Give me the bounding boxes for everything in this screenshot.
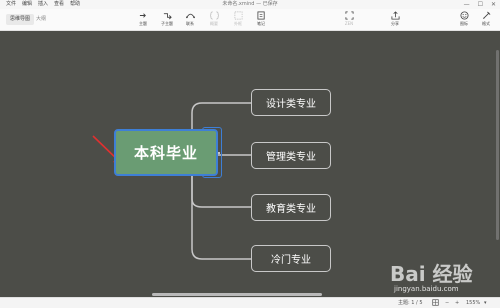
central-topic-label: 本科毕业 bbox=[133, 144, 198, 162]
share-icon bbox=[390, 11, 400, 20]
icon-panel-label: 图标 bbox=[460, 21, 468, 26]
subtopic-management[interactable]: 管理类专业 bbox=[251, 142, 331, 169]
menu-insert[interactable]: 插入 bbox=[38, 0, 48, 9]
watermark-url: jingyan.baidu.com bbox=[394, 285, 459, 293]
topic-label: 主题 bbox=[139, 21, 147, 26]
subtopic-button[interactable]: 子主题 bbox=[155, 11, 179, 29]
subtopic-design[interactable]: 设计类专业 bbox=[251, 89, 331, 116]
format-button[interactable]: 格式 bbox=[474, 11, 498, 29]
relationship-button[interactable]: 联系 bbox=[178, 11, 202, 29]
menu-help[interactable]: 帮助 bbox=[70, 0, 80, 9]
zen-button[interactable]: ZEN bbox=[337, 11, 361, 29]
menu-view[interactable]: 查看 bbox=[54, 0, 64, 9]
zoom-chevron-icon[interactable]: ▾ bbox=[484, 298, 487, 308]
window-controls: — ☐ ✕ bbox=[464, 0, 496, 9]
tab-outline[interactable]: 大纲 bbox=[32, 14, 50, 25]
baidu-watermark: Bai 经验 jingyan.baidu.com bbox=[390, 258, 500, 298]
subtopic-label: 冷门专业 bbox=[271, 255, 311, 266]
share-label: 分享 bbox=[391, 21, 399, 26]
central-topic[interactable]: 本科毕业 bbox=[114, 129, 218, 176]
topic-icon bbox=[139, 13, 146, 18]
subtopic-label: 子主题 bbox=[161, 21, 173, 26]
minimize-button[interactable]: — bbox=[464, 0, 470, 9]
menu-bar: 文件 编辑 插入 查看 帮助 未命名.xmind — 已保存 — ☐ ✕ bbox=[0, 0, 500, 9]
summary-label: 概要 bbox=[210, 21, 218, 26]
boundary-icon bbox=[234, 11, 242, 20]
format-icon bbox=[482, 11, 490, 20]
status-bar: 主题: 1 / 5 − + 155% ▾ bbox=[0, 297, 500, 308]
note-button[interactable]: 笔记 bbox=[249, 11, 273, 29]
summary-button[interactable]: 概要 bbox=[202, 11, 226, 29]
icon-panel-icon bbox=[459, 11, 469, 20]
subtopic-niche[interactable]: 冷门专业 bbox=[251, 245, 331, 272]
zen-icon bbox=[344, 11, 354, 20]
subtopic-label: 管理类专业 bbox=[266, 152, 316, 163]
note-label: 笔记 bbox=[257, 21, 265, 26]
maximize-button[interactable]: ☐ bbox=[478, 0, 483, 9]
boundary-button[interactable]: 外框 bbox=[226, 11, 250, 29]
relationship-label: 联系 bbox=[186, 21, 194, 26]
map-view-icon[interactable] bbox=[432, 298, 439, 308]
horizontal-scrollbar[interactable] bbox=[152, 293, 322, 296]
subtopic-label: 教育类专业 bbox=[266, 204, 316, 215]
watermark-logo: Bai 经验 bbox=[390, 262, 473, 286]
zoom-level[interactable]: 155% bbox=[466, 298, 480, 308]
subtopic-label: 设计类专业 bbox=[266, 99, 316, 110]
zoom-in-button[interactable]: + bbox=[455, 298, 459, 308]
share-button[interactable]: 分享 bbox=[383, 11, 407, 29]
note-icon bbox=[256, 11, 265, 20]
vertical-scrollbar[interactable] bbox=[496, 50, 499, 240]
icon-panel-button[interactable]: 图标 bbox=[452, 11, 476, 29]
tab-mindmap[interactable]: 思维导图 bbox=[6, 14, 35, 25]
boundary-label: 外框 bbox=[234, 21, 242, 26]
format-label: 格式 bbox=[482, 21, 490, 26]
close-button[interactable]: ✕ bbox=[491, 0, 496, 9]
topic-count: 主题: 1 / 5 bbox=[398, 300, 423, 306]
subtopic-icon bbox=[163, 13, 172, 20]
topic-button[interactable]: 主题 bbox=[131, 11, 155, 29]
subtopic-education[interactable]: 教育类专业 bbox=[251, 194, 331, 221]
menu-edit[interactable]: 编辑 bbox=[22, 0, 32, 9]
summary-icon bbox=[209, 11, 219, 20]
relationship-icon bbox=[185, 13, 195, 19]
menu-file[interactable]: 文件 bbox=[6, 0, 16, 9]
toolbar: 思维导图 大纲 主题 子主题 联系 概要 外框 笔记 ZEN 分享 图标 格式 bbox=[0, 9, 500, 31]
zoom-out-button[interactable]: − bbox=[445, 298, 449, 308]
zen-label: ZEN bbox=[344, 21, 354, 26]
map-view-icon-glyph bbox=[432, 299, 439, 306]
